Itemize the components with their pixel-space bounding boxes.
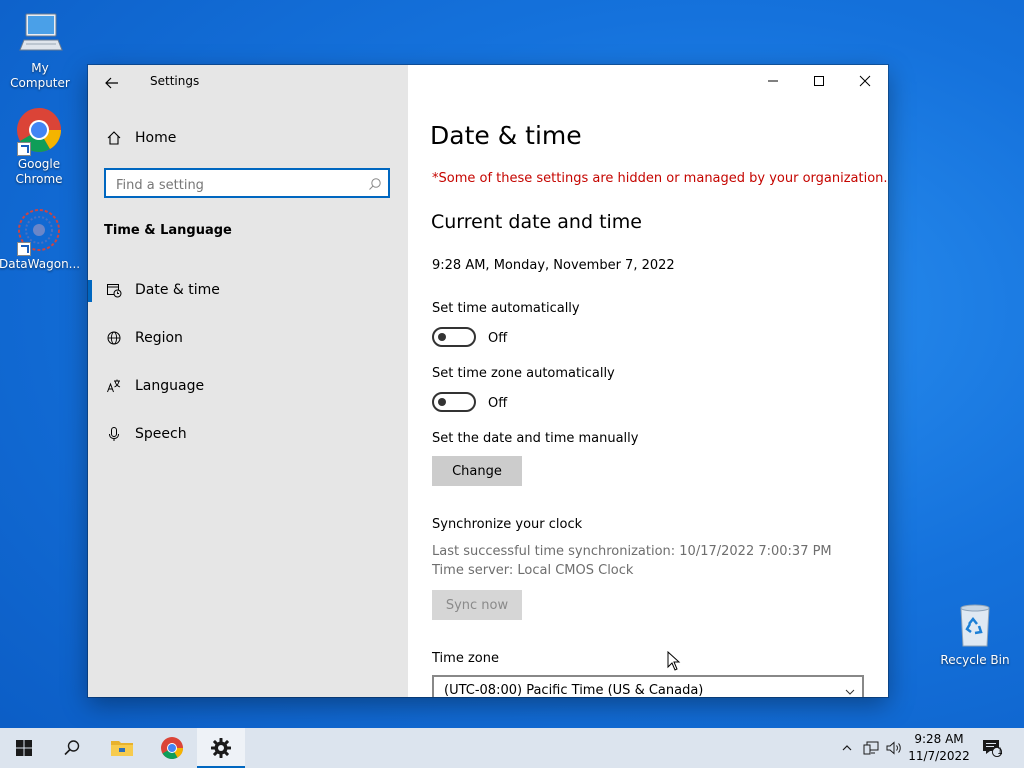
- last-sync-text: Last successful time synchronization: 10…: [432, 544, 832, 559]
- app-title: Settings: [150, 74, 200, 88]
- nav-home-label: Home: [135, 130, 177, 146]
- nav-item-language[interactable]: Language: [88, 366, 408, 406]
- notification-count: 1: [997, 747, 1003, 757]
- nav-item-label: Region: [135, 330, 183, 346]
- current-datetime: 9:28 AM, Monday, November 7, 2022: [432, 258, 675, 273]
- set-tz-auto-label: Set time zone automatically: [432, 366, 615, 381]
- search-icon: [64, 740, 80, 756]
- globe-icon: [104, 328, 124, 348]
- manual-datetime-label: Set the date and time manually: [432, 431, 639, 446]
- desktop-icon-my-computer[interactable]: My Computer: [0, 10, 80, 91]
- network-icon: [863, 741, 879, 755]
- timezone-label: Time zone: [432, 651, 499, 666]
- taskbar-file-explorer[interactable]: [98, 728, 146, 768]
- settings-content-pane: Date & time *Some of these settings are …: [408, 65, 888, 697]
- calendar-clock-icon: [104, 280, 124, 300]
- set-tz-auto-toggle[interactable]: [432, 392, 476, 412]
- taskbar-chrome[interactable]: [148, 728, 196, 768]
- set-tz-auto-state: Off: [488, 396, 508, 411]
- back-arrow-icon: [105, 77, 118, 89]
- recycle-bin-icon: [951, 602, 999, 650]
- chevron-up-icon: [842, 745, 852, 751]
- volume-button[interactable]: [884, 728, 904, 768]
- time-server-text: Time server: Local CMOS Clock: [432, 563, 634, 578]
- desktop-icon-label: Google Chrome: [15, 157, 63, 186]
- set-time-auto-toggle[interactable]: [432, 327, 476, 347]
- sync-now-button[interactable]: Sync now: [432, 590, 522, 620]
- close-icon: [859, 75, 871, 87]
- managed-notice: *Some of these settings are hidden or ma…: [432, 171, 888, 186]
- clock-date: 11/7/2022: [908, 749, 970, 763]
- shortcut-arrow-icon: [17, 142, 31, 156]
- network-button[interactable]: [860, 728, 882, 768]
- show-hidden-icons-button[interactable]: [838, 728, 856, 768]
- notification-center-button[interactable]: 1: [980, 728, 1004, 768]
- nav-item-label: Language: [135, 378, 205, 394]
- minimize-button[interactable]: [750, 65, 796, 97]
- nav-home[interactable]: Home: [88, 118, 408, 158]
- shortcut-arrow-icon: [17, 242, 31, 256]
- speaker-icon: [886, 741, 901, 755]
- clock-time: 9:28 AM: [914, 732, 964, 746]
- gear-icon: [211, 738, 231, 758]
- set-time-auto-state: Off: [488, 331, 508, 346]
- start-button[interactable]: [0, 728, 48, 768]
- nav-item-label: Speech: [135, 426, 187, 442]
- microphone-icon: [104, 424, 124, 444]
- page-title: Date & time: [430, 121, 582, 150]
- maximize-button[interactable]: [796, 65, 842, 97]
- desktop-icon-google-chrome[interactable]: Google Chrome: [0, 106, 79, 187]
- nav-item-label: Date & time: [135, 282, 220, 298]
- current-date-heading: Current date and time: [431, 211, 642, 233]
- taskbar-clock[interactable]: 9:28 AM 11/7/2022: [906, 731, 972, 765]
- settings-window: Settings Home Time & Language: [88, 65, 888, 697]
- timezone-dropdown[interactable]: (UTC-08:00) Pacific Time (US & Canada): [432, 675, 864, 697]
- set-time-auto-label: Set time automatically: [432, 301, 580, 316]
- home-icon: [104, 128, 124, 148]
- search-icon[interactable]: [368, 176, 382, 195]
- desktop-icon-label: Recycle Bin: [940, 653, 1010, 667]
- minimize-icon: [768, 80, 778, 82]
- chrome-icon: [161, 737, 183, 759]
- desktop-icon-label: My Computer: [10, 61, 70, 90]
- datawagon-icon: [15, 206, 63, 256]
- search-box[interactable]: [104, 168, 390, 198]
- maximize-icon: [814, 76, 824, 86]
- windows-logo-icon: [16, 740, 32, 756]
- search-input[interactable]: [114, 174, 358, 196]
- taskbar: 9:28 AM 11/7/2022 1: [0, 728, 1024, 768]
- chevron-down-icon: [844, 683, 856, 697]
- nav-item-speech[interactable]: Speech: [88, 414, 408, 454]
- sync-heading: Synchronize your clock: [432, 517, 583, 532]
- desktop-icon-datawagon[interactable]: DataWagon...: [0, 206, 81, 272]
- nav-section-title: Time & Language: [104, 223, 232, 238]
- toggle-knob: [438, 398, 446, 406]
- mouse-cursor-icon: [667, 650, 681, 675]
- desktop-icon-label: DataWagon...: [0, 257, 81, 271]
- desktop-icon-recycle-bin[interactable]: Recycle Bin: [935, 602, 1015, 668]
- taskbar-settings[interactable]: [197, 728, 245, 768]
- nav-item-region[interactable]: Region: [88, 318, 408, 358]
- computer-icon: [16, 10, 64, 58]
- toggle-knob: [438, 333, 446, 341]
- folder-icon: [111, 741, 133, 756]
- timezone-value: (UTC-08:00) Pacific Time (US & Canada): [444, 683, 704, 697]
- taskbar-search-button[interactable]: [48, 728, 96, 768]
- chrome-icon: [15, 106, 63, 156]
- settings-nav-pane: Settings Home Time & Language: [88, 65, 408, 697]
- language-icon: [104, 376, 124, 396]
- back-button[interactable]: [100, 71, 124, 95]
- change-button[interactable]: Change: [432, 456, 522, 486]
- close-button[interactable]: [842, 65, 888, 97]
- nav-item-date-time[interactable]: Date & time: [88, 270, 408, 310]
